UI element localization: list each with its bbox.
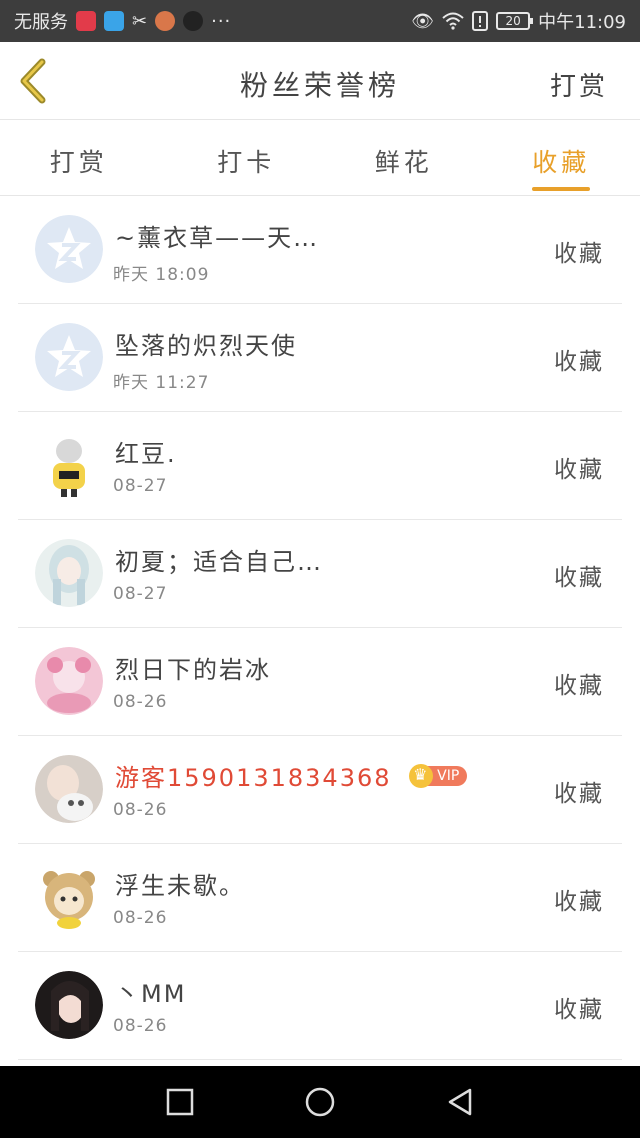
tab-bar: 打赏 打卡 鲜花 收藏 xyxy=(0,121,640,196)
user-name: 浮生未歇。 xyxy=(115,872,245,900)
user-name: ~薰衣草——天… xyxy=(115,224,320,252)
timestamp: 08-26 xyxy=(113,800,168,820)
timestamp: 昨天 18:09 xyxy=(113,265,210,285)
wifi-icon xyxy=(442,12,464,30)
default-avatar xyxy=(35,323,103,391)
timestamp: 昨天 11:27 xyxy=(113,373,210,393)
timestamp: 08-26 xyxy=(113,1016,168,1036)
default-avatar xyxy=(35,215,103,283)
crown-icon xyxy=(409,764,434,788)
square-icon xyxy=(166,1088,194,1116)
page-title: 粉丝荣誉榜 xyxy=(239,69,400,102)
back-nav-button[interactable] xyxy=(440,1082,480,1122)
action-label: 收藏 xyxy=(554,457,604,483)
more-notifications-icon: ··· xyxy=(211,10,232,32)
home-button[interactable] xyxy=(300,1082,340,1122)
user-name: 初夏；适合自己… xyxy=(115,548,323,576)
list-item[interactable]: 游客15901318343​68 VIP 08-26 收藏 xyxy=(18,736,622,844)
list-item[interactable]: 红豆. 08-27 收藏 xyxy=(18,412,622,520)
user-name: 坠落的炽烈天使 xyxy=(115,332,297,360)
user-name: 红豆. xyxy=(115,440,177,468)
action-label: 收藏 xyxy=(554,781,604,807)
header: 粉丝荣誉榜 打赏 xyxy=(0,42,640,120)
list-item[interactable]: 丶MM 08-26 收藏 xyxy=(18,952,622,1060)
tab-checkin[interactable]: 打卡 xyxy=(168,121,326,195)
list-item[interactable]: 坠落的炽烈天使 昨天 11:27 收藏 xyxy=(18,304,622,412)
timestamp: 08-26 xyxy=(113,692,168,712)
tab-reward[interactable]: 打赏 xyxy=(0,121,168,195)
tiktok-icon xyxy=(183,11,204,31)
status-right: 👁 20 中午11:09 xyxy=(411,8,626,34)
app-notification-icon xyxy=(76,11,96,31)
status-left: 无服务 ✂ ··· xyxy=(14,8,231,34)
cartoon-bear-avatar xyxy=(35,863,103,931)
video-app-icon xyxy=(104,11,124,31)
girl-photo-avatar xyxy=(35,971,103,1039)
tab-favorites[interactable]: 收藏 xyxy=(483,121,640,195)
action-label: 收藏 xyxy=(554,241,604,267)
list-item[interactable]: ~薰衣草——天… 昨天 18:09 收藏 xyxy=(18,196,622,304)
timestamp: 08-27 xyxy=(113,584,168,604)
action-label: 收藏 xyxy=(554,349,604,375)
carrier-text: 无服务 xyxy=(14,12,68,33)
circle-icon xyxy=(305,1087,335,1117)
clock-text: 中午11:09 xyxy=(538,12,626,33)
user-name: 烈日下的岩冰 xyxy=(115,656,271,684)
action-label: 收藏 xyxy=(554,565,604,591)
triangle-back-icon xyxy=(448,1088,472,1116)
cartoon-boy-avatar xyxy=(35,431,103,499)
user-name-vip: 游客15901318343​68 VIP xyxy=(115,758,468,793)
user-name: 丶MM xyxy=(115,980,187,1008)
scissors-icon: ✂ xyxy=(132,10,148,32)
timestamp: 08-27 xyxy=(113,476,168,496)
timestamp: 08-26 xyxy=(113,908,168,928)
battery-icon: 20 xyxy=(496,12,534,30)
anime-girl-avatar xyxy=(35,539,103,607)
status-bar: 无服务 ✂ ··· 👁 20 中午11:09 xyxy=(0,0,640,42)
user-name: 游客15901318343​68 xyxy=(115,764,392,792)
list-item[interactable]: 浮生未歇。 08-26 收藏 xyxy=(18,844,622,952)
reward-button[interactable]: 打赏 xyxy=(550,66,608,103)
sim-alert-icon xyxy=(472,11,489,31)
action-label: 收藏 xyxy=(554,997,604,1023)
list-item[interactable]: 初夏；适合自己… 08-27 收藏 xyxy=(18,520,622,628)
tab-flowers[interactable]: 鲜花 xyxy=(325,121,483,195)
vip-badge: VIP xyxy=(409,764,468,788)
photo-avatar xyxy=(35,755,103,823)
fan-list: ~薰衣草——天… 昨天 18:09 收藏 坠落的炽烈天使 昨天 11:27 收藏… xyxy=(0,196,640,1066)
recent-apps-button[interactable] xyxy=(160,1082,200,1122)
system-nav-bar xyxy=(0,1066,640,1138)
pig-app-icon xyxy=(155,11,176,31)
action-label: 收藏 xyxy=(554,889,604,915)
action-label: 收藏 xyxy=(554,673,604,699)
eye-icon: 👁 xyxy=(411,10,435,32)
pink-anime-avatar xyxy=(35,647,103,715)
list-item[interactable]: 烈日下的岩冰 08-26 收藏 xyxy=(18,628,622,736)
